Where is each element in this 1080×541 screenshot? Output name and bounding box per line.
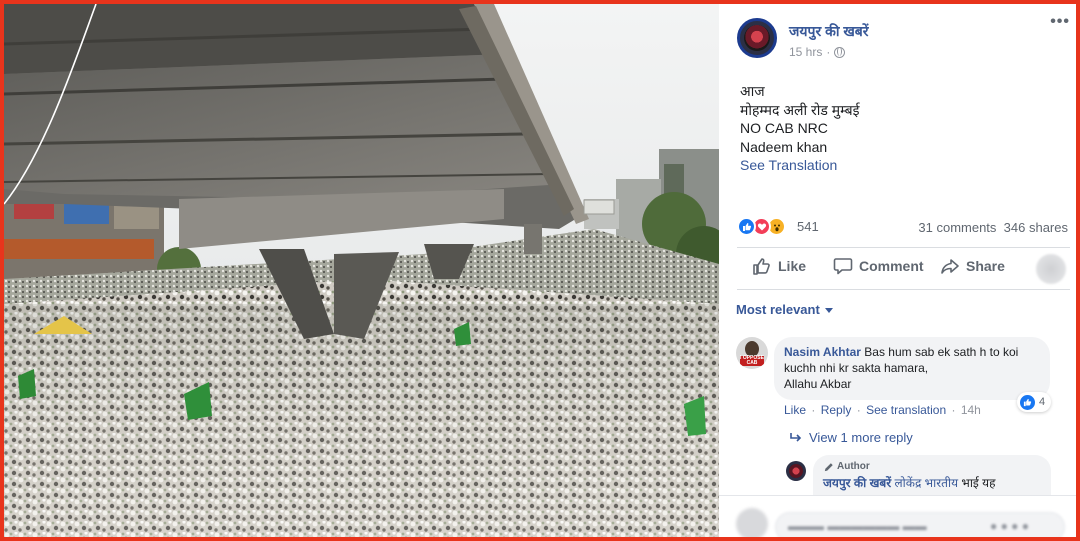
like-label: Like	[778, 258, 807, 274]
like-reaction-icon	[737, 217, 756, 236]
reaction-count[interactable]: 541	[797, 219, 819, 234]
pencil-icon	[824, 462, 833, 471]
reply-author-avatar[interactable]	[786, 461, 806, 481]
share-as-avatar[interactable]	[1036, 254, 1066, 284]
comment-sort-dropdown[interactable]: Most relevant	[736, 302, 834, 317]
comment-see-translation-link[interactable]: See translation	[866, 403, 946, 417]
comment-reactions-chip[interactable]: 4	[1017, 392, 1052, 412]
author-badge: Author	[823, 459, 1041, 475]
comment-actions: Like · Reply · See translation · 14h	[784, 403, 981, 417]
screenshot-frame: जयपुर की खबरें 15 hrs · ••• आज मोहम्मद अ…	[0, 0, 1080, 541]
comment-label: Comment	[859, 258, 924, 274]
reply-mention[interactable]: लोकेंद्र भारतीय	[895, 476, 959, 490]
post-text-line-3: NO CAB NRC	[740, 120, 828, 136]
comment-like-link[interactable]: Like	[784, 403, 806, 417]
comments-count[interactable]: 31 comments	[918, 220, 996, 235]
thumbs-up-icon	[753, 258, 770, 275]
caret-down-icon	[825, 308, 834, 314]
shares-count[interactable]: 346 shares	[1004, 220, 1068, 235]
see-translation-link[interactable]: See Translation	[740, 156, 860, 175]
post-text-line-2: मोहम्मद अली रोड मुम्बई	[740, 101, 860, 118]
avatar-frame-tag: I OPPOSE CAB	[740, 355, 764, 366]
crowd-under-flyover-image	[4, 4, 719, 537]
post-meta: 15 hrs ·	[789, 45, 846, 59]
post-actions: Like Comment Share	[737, 250, 1070, 286]
comment-reply-link[interactable]: Reply	[821, 403, 852, 417]
divider	[737, 289, 1070, 290]
comment-input[interactable]: ▬▬▬ ▬▬▬▬▬▬ ▬▬ ● ● ● ●	[775, 512, 1065, 537]
more-options-icon[interactable]: •••	[1050, 14, 1070, 30]
engagement-counts: 31 comments 346 shares	[918, 220, 1068, 235]
comment-time[interactable]: 14h	[961, 403, 981, 417]
divider	[737, 247, 1070, 248]
post-photo[interactable]	[4, 4, 719, 537]
comment-reaction-count: 4	[1039, 396, 1046, 408]
share-button[interactable]: Share	[940, 256, 1005, 276]
comment-icon	[833, 258, 853, 275]
post-timestamp[interactable]: 15 hrs	[789, 45, 822, 59]
comment-composer: ▬▬▬ ▬▬▬▬▬▬ ▬▬ ● ● ● ●	[719, 495, 1076, 537]
composer-avatar	[736, 508, 768, 537]
reply-arrow-icon	[790, 432, 802, 442]
share-icon	[941, 259, 959, 274]
reactions-bar: 541 31 comments 346 shares	[737, 216, 1070, 238]
share-label: Share	[966, 258, 1005, 274]
post-text: आज मोहम्मद अली रोड मुम्बई NO CAB NRC Nad…	[740, 82, 860, 175]
commenter-avatar[interactable]: I OPPOSE CAB	[736, 337, 768, 369]
author-badge-label: Author	[837, 461, 870, 472]
post-text-line-1: आज	[740, 83, 765, 99]
comment-author[interactable]: Nasim Akhtar	[784, 345, 861, 359]
like-reaction-icon	[1020, 394, 1035, 410]
view-more-replies-label: View 1 more reply	[809, 430, 913, 445]
like-button[interactable]: Like	[752, 256, 806, 276]
reply-author[interactable]: जयपुर की खबरें	[823, 476, 891, 490]
reaction-icons[interactable]	[737, 217, 797, 237]
view-more-replies-link[interactable]: View 1 more reply	[789, 430, 913, 445]
comment-text-line-2: Allahu Akbar	[784, 377, 852, 391]
reply-text: भाई यह	[961, 476, 996, 490]
page-name-link[interactable]: जयपुर की खबरें	[789, 22, 869, 41]
comment-sort-label: Most relevant	[736, 302, 820, 317]
post-side-panel: जयपुर की खबरें 15 hrs · ••• आज मोहम्मद अ…	[719, 4, 1076, 537]
comment-button[interactable]: Comment	[833, 256, 924, 276]
post-header: जयपुर की खबरें 15 hrs ·	[737, 18, 1057, 62]
comment-bubble: Nasim Akhtar Bas hum sab ek sath h to ko…	[774, 337, 1050, 400]
page-avatar[interactable]	[737, 18, 777, 58]
post-text-line-4: Nadeem khan	[740, 138, 828, 155]
globe-icon[interactable]	[834, 46, 846, 58]
